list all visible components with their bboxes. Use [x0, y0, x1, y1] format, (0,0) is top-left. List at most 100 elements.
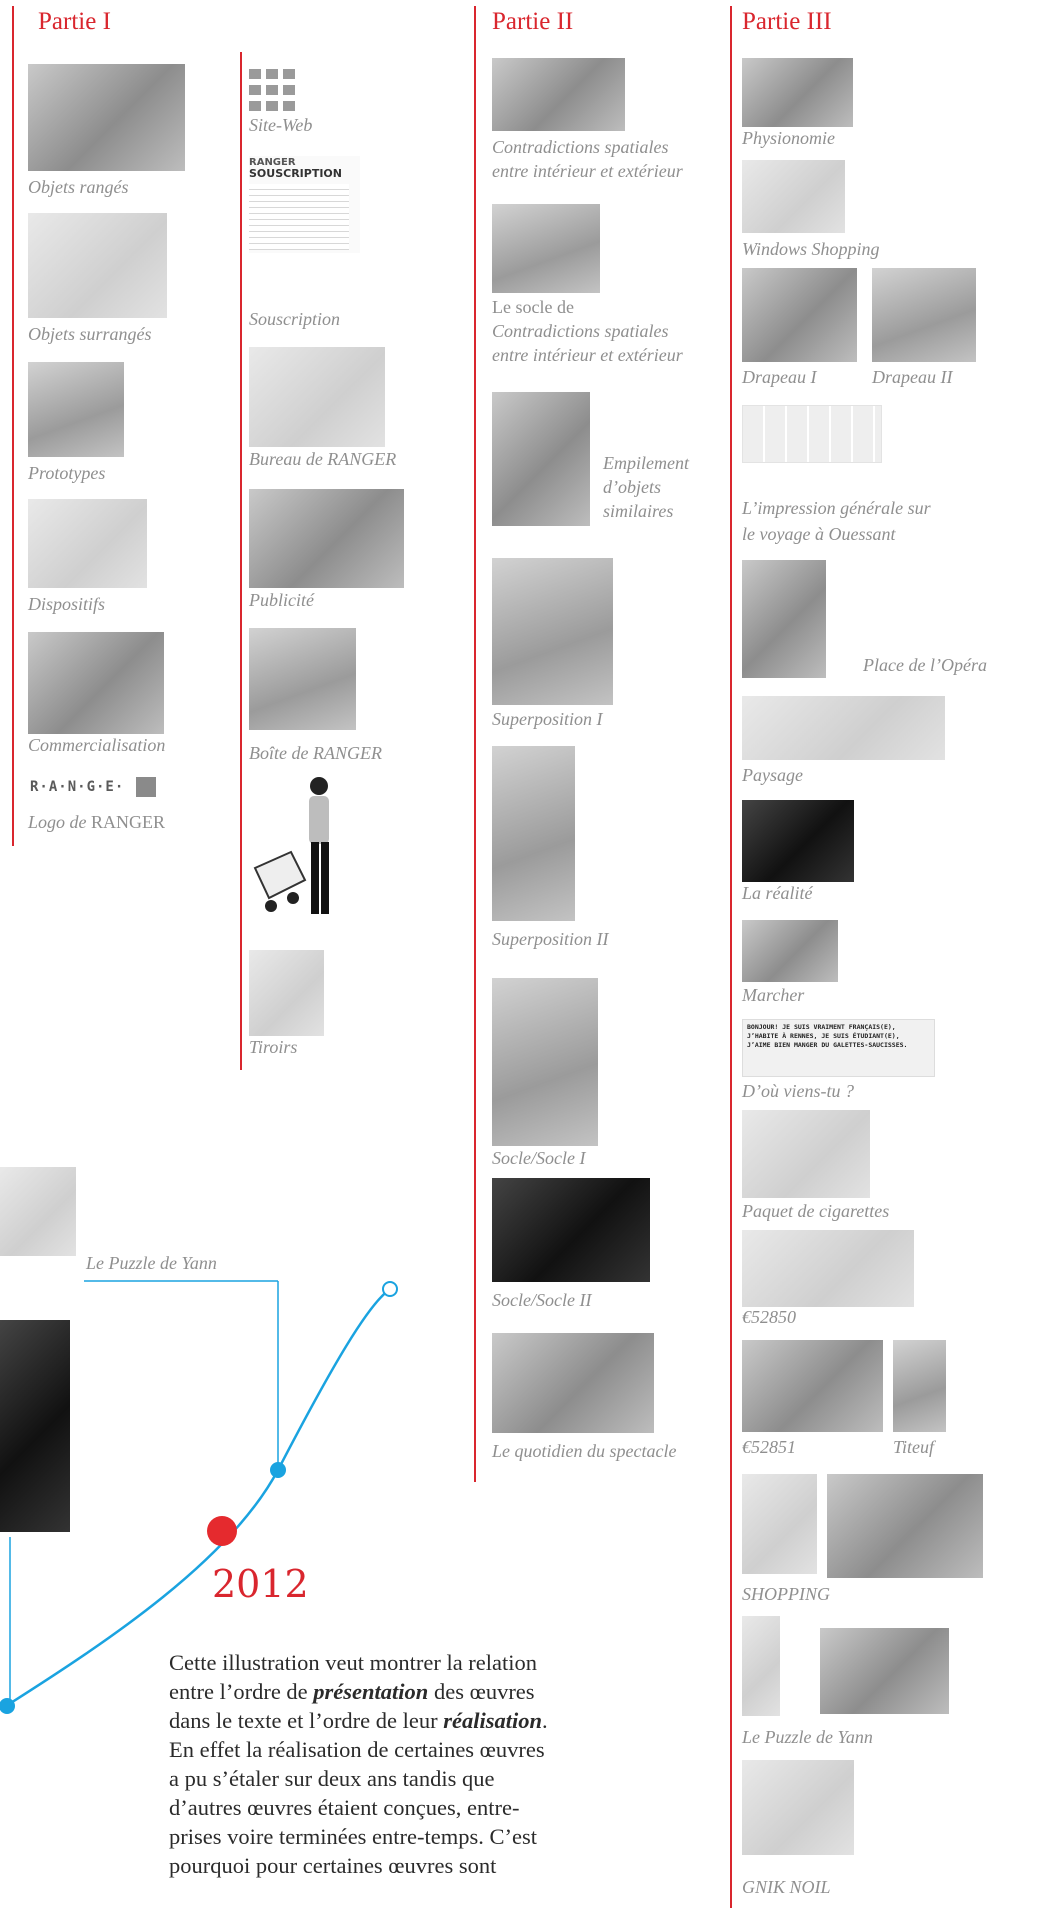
- paysage-caption: Paysage: [742, 765, 803, 785]
- part-3-heading: Partie III: [742, 8, 832, 35]
- contradictions-caption-line-1: Contradictions spatiales: [492, 137, 669, 157]
- part-2-divider: [474, 6, 476, 1482]
- paragraph-line-3a: dans le texte et l’ordre de leur: [169, 1708, 444, 1733]
- socle-socle-1-caption: Socle/Socle I: [492, 1148, 586, 1168]
- paquet-image: [742, 1110, 870, 1198]
- socle-socle-1-image: [492, 978, 598, 1146]
- souscription-title-2: SOUSCRIPTION: [249, 167, 342, 180]
- puzzle-image-2: [820, 1628, 949, 1714]
- e52851-image: [742, 1340, 883, 1432]
- paragraph-line-8: pourquoi pour certaines œuvres sont: [169, 1853, 497, 1878]
- paysage-image: [742, 696, 945, 760]
- drapeau-1-caption: Drapeau I: [742, 367, 817, 387]
- commercialisation-image: [28, 632, 164, 734]
- souscription-form-lines: [249, 184, 349, 250]
- titeuf-caption: Titeuf: [893, 1437, 935, 1457]
- paragraph-line-2c: des œuvres: [428, 1679, 535, 1704]
- paquet-caption: Paquet de cigarettes: [742, 1201, 890, 1221]
- windows-image: [742, 160, 845, 233]
- e52851-caption: €52851: [742, 1437, 796, 1457]
- empilement-caption-line-1: Empilement: [603, 453, 689, 473]
- socle-caption-line-2: Contradictions spatiales: [492, 321, 669, 341]
- gnik-noil-caption: GNIK NOIL: [742, 1877, 831, 1897]
- paragraph-line-4: En effet la réalisation de certaines œuv…: [169, 1737, 545, 1762]
- marcher-caption: Marcher: [742, 985, 805, 1005]
- e52850-image: [742, 1230, 914, 1307]
- superposition-1-caption: Superposition I: [492, 709, 603, 729]
- socle-caption-line-3: entre intérieur et extérieur: [492, 345, 683, 365]
- titeuf-image: [893, 1340, 946, 1432]
- logo-caption-italic: Logo de: [28, 812, 87, 832]
- man-with-box-image: [253, 777, 329, 914]
- tiroirs-caption: Tiroirs: [249, 1037, 298, 1057]
- realite-caption: La réalité: [742, 883, 813, 903]
- boite-caption: Boîte de RANGER: [249, 743, 382, 763]
- shopping-caption: SHOPPING: [742, 1584, 830, 1604]
- publicite-caption: Publicité: [249, 590, 314, 610]
- objets-surranges-caption: Objets surrangés: [28, 324, 152, 344]
- ranger-logo-cube-icon: [135, 777, 156, 797]
- superposition-2-caption: Superposition II: [492, 929, 609, 949]
- timeline-puzzle-image: [0, 1167, 76, 1256]
- dou-caption: D’où viens-tu ?: [742, 1081, 854, 1101]
- physionomie-image: [742, 58, 853, 127]
- paragraph-line-3c: .: [542, 1708, 548, 1733]
- drapeau-1-image: [742, 268, 857, 362]
- commercialisation-caption: Commercialisation: [28, 735, 166, 755]
- opera-caption: Place de l’Opéra: [863, 655, 987, 675]
- bonjour-line-1: BONJOUR! JE SUIS VRAIMENT FRANÇAIS(E),: [747, 1023, 896, 1031]
- paragraph-line-2a: entre l’ordre de: [169, 1679, 314, 1704]
- objets-ranges-caption: Objets rangés: [28, 177, 129, 197]
- ranger-logo: R·A·N·G·E·: [30, 777, 156, 797]
- drapeau-2-image: [872, 268, 976, 362]
- bonjour-text-image: BONJOUR! JE SUIS VRAIMENT FRANÇAIS(E), J…: [742, 1019, 935, 1077]
- contradictions-image: [492, 58, 625, 131]
- opera-image: [742, 560, 826, 678]
- paragraph-line-1: Cette illustration veut montrer la relat…: [169, 1650, 538, 1675]
- bonjour-line-2: J’HABITE À RENNES, JE SUIS ÉTUDIANT(E),: [747, 1032, 900, 1040]
- emphasis-realisation: réalisation: [443, 1708, 543, 1733]
- paragraph-line-2: entre l’ordre de présentation des œuvres: [169, 1677, 665, 1706]
- logo-caption-plain: RANGER: [91, 812, 166, 832]
- bonjour-line-3: J’AIME BIEN MANGER DU GALETTES-SAUCISSES…: [747, 1041, 908, 1049]
- paragraph-line-7: prises voire terminées entre-temps. C’es…: [169, 1824, 538, 1849]
- windows-caption: Windows Shopping: [742, 239, 880, 259]
- timeline-dot-2012: [207, 1516, 237, 1546]
- part-1-divider: [12, 6, 14, 846]
- ouessant-image: [742, 405, 882, 463]
- part-3-divider: [730, 6, 732, 1908]
- drapeau-2-caption: Drapeau II: [872, 367, 953, 387]
- quotidien-caption: Le quotidien du spectacle: [492, 1441, 677, 1461]
- explanation-paragraph: Cette illustration veut montrer la relat…: [169, 1648, 665, 1880]
- marcher-image: [742, 920, 838, 982]
- puzzle-image-1: [742, 1616, 780, 1716]
- paragraph-line-5: a pu s’étaler sur deux ans tandis que: [169, 1766, 495, 1791]
- part-2-heading: Partie II: [492, 8, 574, 35]
- realite-image: [742, 800, 854, 882]
- impression-caption-line-1: L’impression générale sur: [742, 498, 931, 518]
- empilement-caption-line-3: similaires: [603, 501, 674, 521]
- shopping-image-2: [827, 1474, 983, 1578]
- physionomie-caption: Physionomie: [742, 128, 835, 148]
- emphasis-presentation: présentation: [313, 1679, 429, 1704]
- dispositifs-caption: Dispositifs: [28, 594, 106, 614]
- part-1b-divider: [240, 52, 242, 1070]
- contradictions-caption-line-2: entre intérieur et extérieur: [492, 161, 683, 181]
- souscription-image: RANGER SOUSCRIPTION: [249, 156, 360, 253]
- puzzle-caption: Le Puzzle de Yann: [742, 1727, 873, 1747]
- timeline-socle-image: [0, 1320, 70, 1532]
- logo-caption: Logo de RANGER: [28, 811, 165, 833]
- socle-socle-2-caption: Socle/Socle II: [492, 1290, 592, 1310]
- timeline-dot-puzzle: [270, 1462, 286, 1478]
- paragraph-line-6: d’autres œuvres étaient conçues, entre-: [169, 1795, 520, 1820]
- ranger-logo-text: R·A·N·G·E·: [30, 779, 125, 795]
- gnik-noil-image: [742, 1760, 854, 1855]
- paragraph-line-3: dans le texte et l’ordre de leur réalisa…: [169, 1706, 665, 1735]
- impression-caption-line-2: le voyage à Ouessant: [742, 524, 896, 544]
- e52850-caption: €52850: [742, 1307, 796, 1327]
- socle-socle-2-image: [492, 1178, 650, 1282]
- boite-image: [249, 628, 356, 730]
- bureau-image: [249, 347, 385, 447]
- superposition-2-image: [492, 746, 575, 921]
- quotidien-image: [492, 1333, 654, 1433]
